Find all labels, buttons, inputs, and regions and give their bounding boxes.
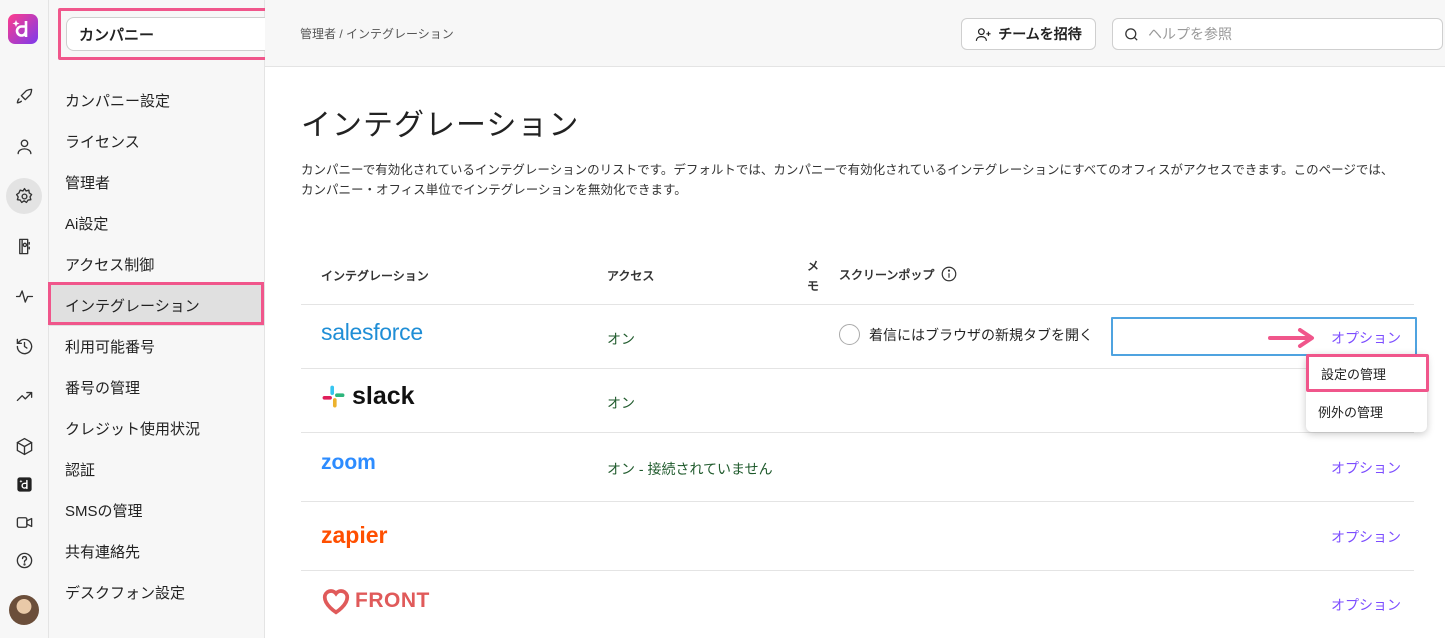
company-select[interactable]: カンパニー — [66, 17, 296, 51]
column-header-access: アクセス — [607, 269, 655, 283]
slack-logo: slack — [321, 382, 415, 411]
contacts-book-icon[interactable] — [9, 231, 39, 261]
sidebar-item-shared-contacts[interactable]: 共有連絡先 — [49, 531, 265, 572]
column-header-screenpop-label: スクリーンポップ — [839, 267, 935, 282]
search-icon — [1125, 27, 1138, 41]
history-icon[interactable] — [9, 331, 39, 361]
sidebar-item-label: インテグレーション — [65, 298, 200, 315]
sidebar-item-label: クレジット使用状況 — [65, 421, 201, 438]
slack-icon — [322, 385, 345, 408]
help-icon[interactable] — [9, 545, 39, 575]
zapier-logo: zapier — [321, 522, 388, 548]
column-header-integration: インテグレーション — [321, 269, 429, 283]
options-menu: 設定の管理 例外の管理 — [1306, 354, 1429, 432]
invite-team-label: チームを招待 — [998, 26, 1082, 42]
invite-team-button[interactable]: チームを招待 — [961, 18, 1096, 50]
sidebar-item-deskphone-settings[interactable]: デスクフォン設定 — [49, 572, 265, 613]
sidebar-item-sms-management[interactable]: SMSの管理 — [49, 490, 265, 531]
options-link[interactable]: オプション — [1331, 527, 1401, 547]
options-link[interactable]: オプション — [1331, 458, 1401, 478]
sidebar-item-label: ライセンス — [65, 134, 140, 151]
sidebar-item-label: 共有連絡先 — [65, 544, 141, 561]
table-row: zapier オプション — [301, 502, 1414, 571]
sidebar-item-company-settings[interactable]: カンパニー設定 — [49, 80, 265, 121]
sidebar-item-authentication[interactable]: 認証 — [49, 449, 265, 490]
activity-icon[interactable] — [9, 281, 39, 311]
sidebar-item-label: 番号の管理 — [65, 380, 141, 397]
sidebar-item-label: 管理者 — [65, 175, 111, 192]
sidebar-item-label: デスクフォン設定 — [65, 585, 186, 602]
help-search-input[interactable] — [1148, 26, 1428, 42]
zoom-logo: zoom — [321, 451, 376, 474]
sidebar-item-access-control[interactable]: アクセス制御 — [49, 244, 265, 285]
sidebar-item-number-management[interactable]: 番号の管理 — [49, 367, 265, 408]
table-row: zoom オン - 接続されていません オプション — [301, 433, 1414, 502]
access-status: オン — [607, 395, 635, 411]
sidebar-nav: カンパニー設定 ライセンス 管理者 Ai設定 アクセス制御 インテグレーション … — [48, 80, 265, 613]
options-link[interactable]: オプション — [1331, 328, 1401, 348]
main-content: インテグレーション カンパニーで有効化されているインテグレーションのリストです。… — [265, 67, 1445, 638]
dialpad-logo-icon[interactable] — [8, 14, 38, 44]
sidebar-item-available-numbers[interactable]: 利用可能番号 — [49, 326, 265, 367]
sidebar-item-integrations[interactable]: インテグレーション — [48, 282, 265, 326]
sidebar-item-credit-usage[interactable]: クレジット使用状況 — [49, 408, 265, 449]
top-bar: 管理者 / インテグレーション チームを招待 — [265, 0, 1445, 67]
table-row: FRONT オプション — [301, 571, 1414, 637]
trend-up-icon[interactable] — [9, 381, 39, 411]
screenpop-radio[interactable] — [839, 324, 860, 345]
dialpad-app-icon[interactable] — [9, 469, 39, 499]
slack-wordmark: slack — [352, 382, 415, 410]
front-logo: FRONT — [321, 586, 430, 616]
sidebar: カンパニー カンパニー設定 ライセンス 管理者 Ai設定 アクセス制御 インテグ… — [48, 0, 304, 638]
menu-item-manage-exceptions[interactable]: 例外の管理 — [1306, 392, 1427, 430]
access-status: オン - 接続されていません — [607, 461, 773, 477]
front-wordmark: FRONT — [355, 589, 430, 612]
arrow-right-icon — [1268, 328, 1314, 348]
sidebar-item-label: 利用可能番号 — [65, 339, 156, 356]
integrations-table: インテグレーション アクセス メモ スクリーンポップ salesforce オン… — [301, 252, 1417, 637]
table-row: salesforce オン 着信にはブラウザの新規タブを開く オプション — [301, 305, 1417, 369]
video-icon[interactable] — [9, 507, 39, 537]
column-header-screenpop: スクリーンポップ — [839, 265, 958, 283]
help-search[interactable] — [1112, 18, 1443, 50]
front-heart-icon — [322, 589, 350, 615]
add-user-icon — [976, 27, 991, 41]
cube-icon[interactable] — [9, 431, 39, 461]
table-header: インテグレーション アクセス メモ スクリーンポップ — [301, 252, 1414, 305]
person-icon[interactable] — [9, 131, 39, 161]
sidebar-item-label: Ai設定 — [65, 216, 109, 233]
sidebar-item-licenses[interactable]: ライセンス — [49, 121, 265, 162]
rocket-icon[interactable] — [9, 81, 39, 111]
options-link[interactable]: オプション — [1331, 595, 1401, 615]
icon-rail — [0, 0, 49, 638]
info-icon[interactable] — [940, 265, 958, 283]
sidebar-item-label: カンパニー設定 — [65, 93, 171, 110]
gear-icon[interactable] — [6, 178, 42, 214]
sidebar-item-admins[interactable]: 管理者 — [49, 162, 265, 203]
sidebar-item-label: SMSの管理 — [65, 503, 143, 520]
menu-item-manage-settings[interactable]: 設定の管理 — [1306, 354, 1429, 392]
breadcrumb: 管理者 / インテグレーション — [300, 27, 454, 41]
page-title: インテグレーション — [301, 109, 580, 142]
sidebar-item-label: 認証 — [65, 462, 96, 479]
screenpop-option[interactable]: 着信にはブラウザの新規タブを開く — [839, 324, 1093, 345]
table-row: slack オン — [301, 369, 1414, 433]
salesforce-logo: salesforce — [321, 319, 423, 345]
company-select-value: カンパニー — [79, 26, 155, 44]
column-header-memo: メモ — [806, 259, 819, 293]
page-description: カンパニーで有効化されているインテグレーションのリストです。デフォルトでは、カン… — [301, 163, 1394, 197]
access-status: オン — [607, 331, 635, 347]
screenpop-label: 着信にはブラウザの新規タブを開く — [869, 326, 1093, 343]
avatar[interactable] — [9, 595, 39, 625]
sidebar-item-ai-settings[interactable]: Ai設定 — [49, 203, 265, 244]
sidebar-item-label: アクセス制御 — [65, 257, 155, 274]
